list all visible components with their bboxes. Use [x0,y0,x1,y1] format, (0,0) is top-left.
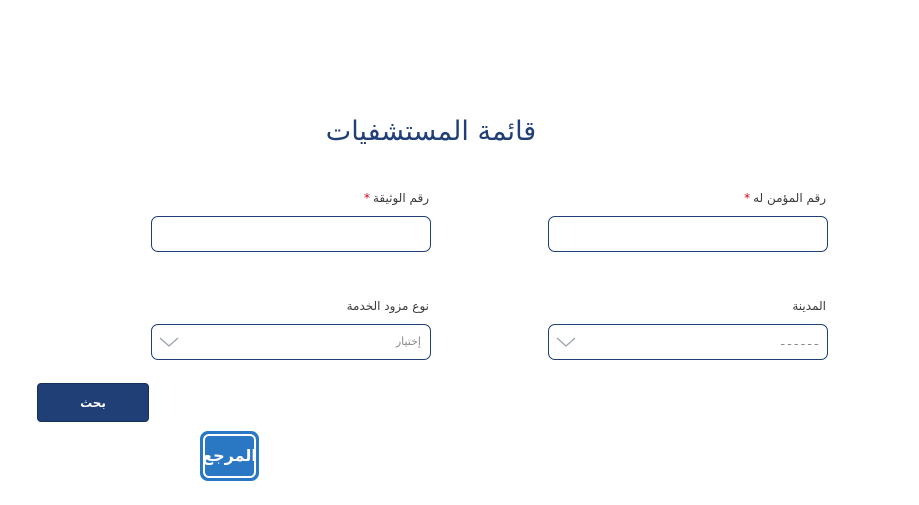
page-title: قائمة المستشفيات [325,116,537,147]
city-select[interactable]: ـ ـ ـ ـ ـ ـ [548,324,828,360]
city-field-group: المدينة ـ ـ ـ ـ ـ ـ [548,297,828,360]
insured-number-field-group: رقم المؤمن له* [548,189,828,252]
chevron-down-icon [159,337,179,347]
document-number-input[interactable] [151,216,431,252]
document-number-field-group: رقم الوثيقة* [151,189,431,252]
chevron-down-icon [556,337,576,347]
provider-type-label: نوع مزود الخدمة [346,299,429,313]
city-selected-value: ـ ـ ـ ـ ـ ـ [781,335,818,348]
city-label: المدينة [792,299,826,313]
insured-number-label-text: رقم المؤمن له [753,191,826,205]
search-button[interactable]: بحث [37,383,149,422]
provider-type-selected-value: إختيار [395,335,421,348]
insured-number-label: رقم المؤمن له* [548,189,828,207]
document-number-label: رقم الوثيقة* [151,189,431,207]
required-asterisk: * [744,191,751,205]
provider-type-field-group: نوع مزود الخدمة إختيار [151,297,431,360]
required-asterisk: * [364,191,370,205]
logo-text: المرجع [202,446,257,465]
provider-type-select[interactable]: إختيار [151,324,431,360]
site-logo: المرجع [200,431,259,481]
insured-number-input[interactable] [548,216,828,252]
document-number-label-text: رقم الوثيقة [373,191,429,205]
